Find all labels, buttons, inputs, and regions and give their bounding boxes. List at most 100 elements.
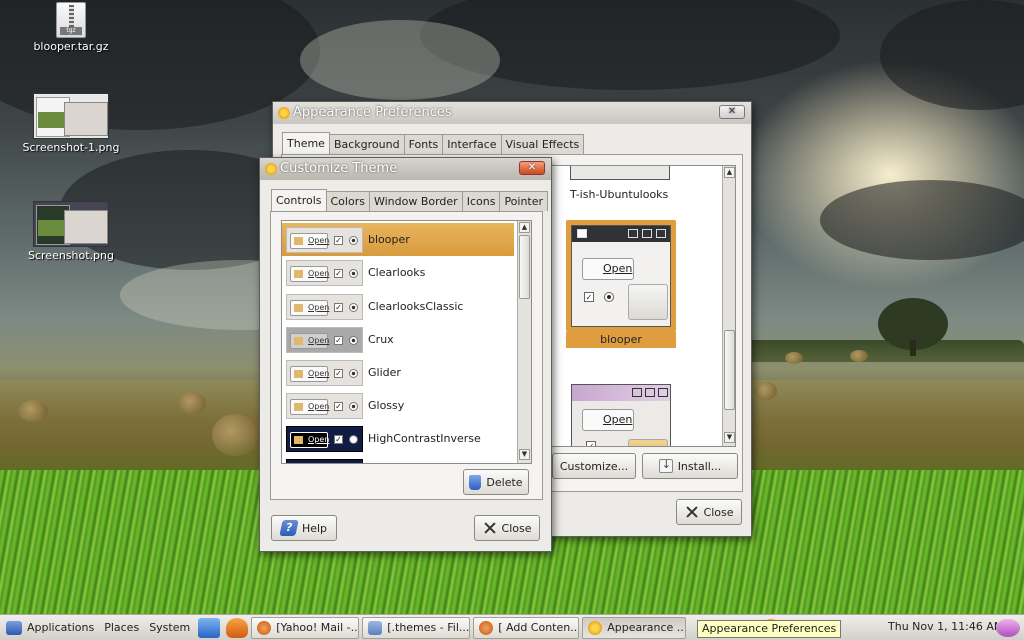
firefox-icon [479, 620, 494, 635]
preview-checkbox: ✓ [586, 441, 596, 446]
list-item-label: blooper [368, 233, 410, 246]
theme-label-selected: blooper [566, 332, 676, 348]
window-title: Customize Theme [280, 161, 398, 176]
desktop-icon-label: Screenshot.png [28, 249, 114, 262]
desktop-icon-screenshot[interactable]: Screenshot.png [16, 201, 126, 262]
folder-icon [368, 620, 383, 635]
theme-thumbnail: Open ✓ [286, 227, 363, 253]
theme-thumbnail: Open ✓ [286, 426, 363, 452]
appearance-close-button[interactable]: Close [676, 499, 742, 525]
scroll-thumb[interactable] [724, 330, 735, 410]
theme-thumbnail: Open ✓ [286, 294, 363, 320]
install-icon [658, 458, 673, 473]
preview-titlebar [572, 226, 670, 242]
close-label: Close [501, 521, 532, 535]
theme-preview-t-ish-ubuntulooks[interactable] [570, 166, 670, 180]
scroll-down-arrow[interactable]: ▼ [519, 449, 530, 460]
menu-places[interactable]: Places [99, 621, 144, 634]
list-item-label: HighContrastInverse [368, 432, 481, 445]
preview-open-button: Open [582, 258, 634, 280]
preview-menu-icon [577, 229, 587, 238]
desktop-icon-label: blooper.tar.gz [33, 40, 109, 53]
list-item-crux[interactable]: Open ✓ Crux [282, 323, 514, 356]
tab-theme[interactable]: Theme [282, 132, 330, 154]
task-appearance[interactable]: Appearance ... [582, 616, 687, 639]
preview-minimize-icon [632, 388, 642, 397]
tree-trunk [910, 340, 916, 356]
controls-scrollbar[interactable]: ▲ ▼ [517, 221, 531, 463]
list-item-clearlooksclassic[interactable]: Open ✓ ClearlooksClassic [282, 290, 514, 323]
cloud [820, 180, 1024, 260]
email-launcher-icon[interactable] [198, 617, 221, 638]
tab-interface[interactable]: Interface [442, 134, 502, 154]
clock[interactable]: Thu Nov 1, 11:46 AM [888, 620, 1003, 633]
hay-bale [785, 352, 803, 364]
menu-system[interactable]: System [144, 621, 195, 634]
tab-icons[interactable]: Icons [461, 191, 501, 211]
theme-preview-purple[interactable]: Open ✓ [571, 384, 671, 446]
theme-thumbnail: Open ✓ [286, 360, 363, 386]
task-add-content[interactable]: [ Add Conten... [473, 616, 580, 639]
list-item-glider[interactable]: Open ✓ Glider [282, 356, 514, 389]
window-titlebar[interactable]: Customize Theme ✕ [260, 158, 551, 180]
theme-preview-blooper[interactable]: Open ✓ [571, 225, 671, 327]
preview-minimize-icon [628, 229, 638, 238]
preview-maximize-icon [645, 388, 655, 397]
list-item-blooper[interactable]: Open ✓ blooper [282, 223, 514, 256]
gimp-launcher-icon[interactable] [226, 617, 249, 638]
controls-tab-panel: Open ✓ blooper Open ✓ Clearlooks Open ✓ Cle… [270, 211, 543, 500]
preview-folder-icon [628, 284, 668, 320]
preview-radio [604, 292, 614, 302]
preview-maximize-icon [642, 229, 652, 238]
tab-controls[interactable]: Controls [271, 189, 327, 211]
hay-bale [18, 400, 48, 422]
theme-scrollbar[interactable]: ▲ ▼ [722, 166, 735, 446]
bottom-panel: Applications Places System [Yahoo! Mail … [0, 614, 1024, 640]
scroll-up-arrow[interactable]: ▲ [724, 167, 735, 178]
scroll-up-arrow[interactable]: ▲ [519, 222, 530, 233]
preview-close-icon [656, 229, 666, 238]
cloud [300, 20, 500, 100]
window-close-button[interactable]: ✕ [719, 105, 745, 119]
preview-open-button: Open [582, 409, 634, 431]
tab-pointer[interactable]: Pointer [499, 191, 549, 211]
list-item-label: ClearlooksClassic [368, 300, 464, 313]
tab-visual-effects[interactable]: Visual Effects [500, 134, 585, 154]
theme-thumbnail: Open ✓ [286, 327, 363, 353]
list-item-clearlooks[interactable]: Open ✓ Clearlooks [282, 256, 514, 289]
desktop-icon-screenshot-1[interactable]: Screenshot-1.png [16, 93, 126, 154]
menu-applications[interactable]: Applications [22, 621, 99, 634]
customize-close-button[interactable]: Close [474, 515, 540, 541]
task-themes-folder[interactable]: [.themes - Fil... [362, 616, 471, 639]
desktop-icon-archive[interactable]: tgz blooper.tar.gz [16, 2, 126, 53]
help-label: Help [301, 521, 328, 535]
controls-theme-list[interactable]: Open ✓ blooper Open ✓ Clearlooks Open ✓ Cle… [281, 220, 532, 464]
preview-titlebar [572, 385, 670, 401]
task-label: [Yahoo! Mail -... [276, 620, 360, 634]
help-icon: ? [279, 520, 299, 536]
help-button[interactable]: ? Help [271, 515, 337, 541]
scroll-thumb[interactable] [519, 235, 530, 299]
appearance-app-icon [588, 620, 603, 635]
list-item-highcontrastinverse[interactable]: Open ✓ HighContrastInverse [282, 422, 514, 455]
window-titlebar[interactable]: Appearance Preferences ✕ [273, 102, 751, 124]
list-item-label: Crux [368, 333, 394, 346]
list-item-label: Glossy [368, 399, 405, 412]
tab-window-border[interactable]: Window Border [368, 191, 463, 211]
list-item-partial[interactable] [282, 455, 514, 463]
list-item-glossy[interactable]: Open ✓ Glossy [282, 389, 514, 422]
appearance-app-icon [278, 107, 290, 119]
customize-label: Customize... [559, 459, 629, 473]
tab-colors[interactable]: Colors [325, 191, 370, 211]
task-yahoo-mail[interactable]: [Yahoo! Mail -... [251, 616, 360, 639]
delete-button[interactable]: Delete [463, 469, 529, 495]
trash-icon [469, 474, 482, 490]
window-close-button[interactable]: ✕ [519, 161, 545, 175]
install-button[interactable]: Install... [642, 453, 738, 479]
scroll-down-arrow[interactable]: ▼ [724, 432, 735, 443]
customize-button[interactable]: Customize... [552, 453, 636, 479]
tab-fonts[interactable]: Fonts [403, 134, 444, 154]
tray-applet-icon[interactable] [996, 619, 1020, 637]
tab-background[interactable]: Background [328, 134, 405, 154]
preview-close-icon [658, 388, 668, 397]
